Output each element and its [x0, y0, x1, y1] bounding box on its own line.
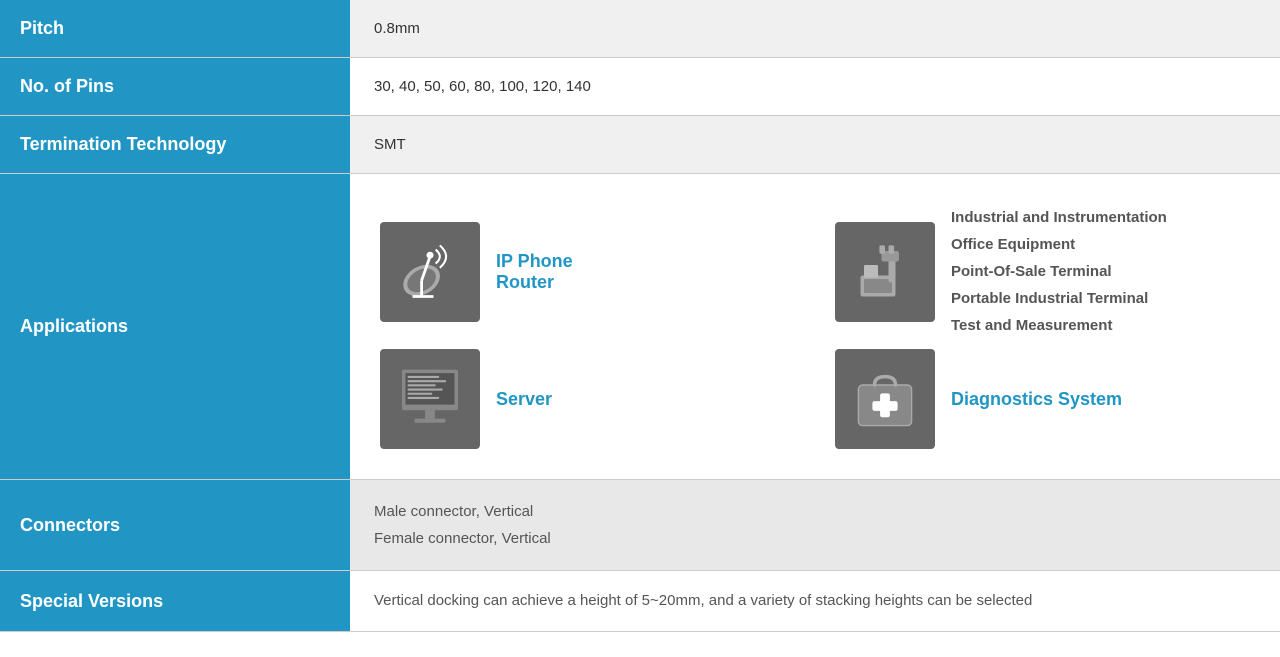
pitch-row: Pitch 0.8mm: [0, 0, 1280, 58]
special-versions-label: Special Versions: [0, 571, 350, 632]
pitch-value: 0.8mm: [350, 0, 1280, 58]
industrial-icon: [835, 222, 935, 322]
applications-label: Applications: [0, 174, 350, 480]
termination-row: Termination Technology SMT: [0, 116, 1280, 174]
satellite-icon: [380, 222, 480, 322]
diagnostics-label: Diagnostics System: [951, 389, 1122, 410]
applications-row: Applications: [0, 174, 1280, 480]
diagnostics-icon: [835, 349, 935, 449]
app-item-industrial: Industrial and Instrumentation Office Eq…: [835, 204, 1250, 339]
industrial-svg: [850, 237, 920, 307]
pins-value: 30, 40, 50, 60, 80, 100, 120, 140: [350, 58, 1280, 116]
diagnostics-svg: [850, 364, 920, 434]
pins-row: No. of Pins 30, 40, 50, 60, 80, 100, 120…: [0, 58, 1280, 116]
connectors-label: Connectors: [0, 480, 350, 571]
connectors-line1: Male connector, Vertical: [374, 503, 533, 520]
spec-table: Pitch 0.8mm No. of Pins 30, 40, 50, 60, …: [0, 0, 1280, 632]
connectors-row: Connectors Male connector, Vertical Fema…: [0, 480, 1280, 571]
connectors-value: Male connector, Vertical Female connecto…: [350, 480, 1280, 571]
app-item-ip-phone: IP PhoneRouter: [380, 204, 795, 339]
app-item-diagnostics: Diagnostics System: [835, 349, 1250, 449]
pitch-label: Pitch: [0, 0, 350, 58]
ip-phone-label: IP PhoneRouter: [496, 251, 573, 293]
satellite-svg: [395, 237, 465, 307]
special-versions-row: Special Versions Vertical docking can ac…: [0, 571, 1280, 632]
connectors-line2: Female connector, Vertical: [374, 530, 551, 547]
termination-value: SMT: [350, 116, 1280, 174]
server-svg: [395, 364, 465, 434]
applications-content: IP PhoneRouter: [350, 174, 1280, 480]
pins-label: No. of Pins: [0, 58, 350, 116]
server-label: Server: [496, 389, 552, 410]
special-versions-value: Vertical docking can achieve a height of…: [350, 571, 1280, 632]
termination-label: Termination Technology: [0, 116, 350, 174]
server-icon: [380, 349, 480, 449]
app-item-server: Server: [380, 349, 795, 449]
applications-grid: IP PhoneRouter: [370, 184, 1260, 469]
industrial-label: Industrial and Instrumentation Office Eq…: [951, 204, 1167, 339]
